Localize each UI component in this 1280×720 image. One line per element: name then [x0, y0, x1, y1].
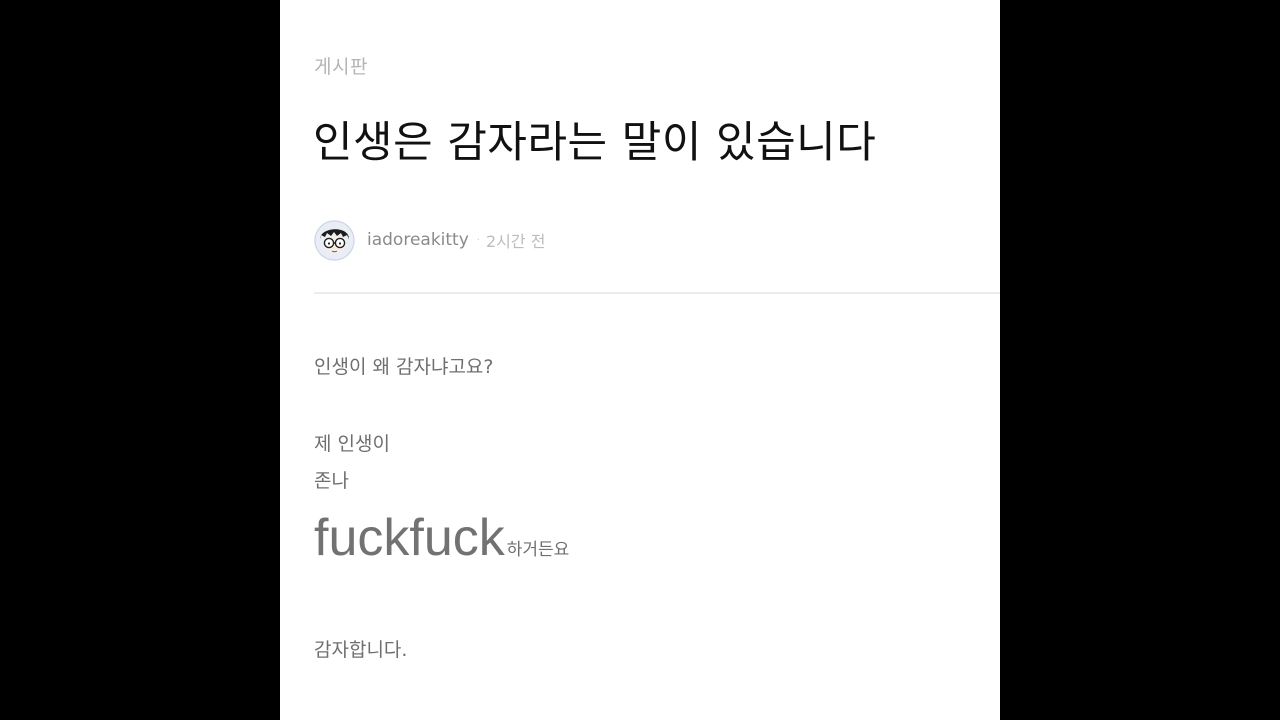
emphasis-tail: 하거든요	[506, 540, 570, 560]
body-line: 감자합니다.	[314, 639, 408, 661]
body-line: 인생이 왜 감자냐고요?	[314, 356, 494, 378]
screenshot-frame: 게시판 인생은 감자라는 말이 있습니다 iadoreakitty · 2시간 …	[0, 0, 1280, 720]
body-line: 제 인생이	[314, 433, 390, 455]
post-title: 인생은 감자라는 말이 있습니다	[313, 118, 877, 168]
body-line: 존나	[314, 470, 349, 492]
post-time: 2시간 전	[485, 232, 546, 251]
avatar-icon	[314, 219, 355, 261]
divider	[314, 292, 1000, 294]
emphasis-text: fuckfuck	[314, 509, 505, 567]
meta-separator: ·	[476, 234, 480, 246]
board-label[interactable]: 게시판	[314, 52, 368, 79]
author-name[interactable]: iadoreakitty	[367, 230, 469, 250]
post-panel: 게시판 인생은 감자라는 말이 있습니다 iadoreakitty · 2시간 …	[280, 0, 1000, 720]
avatar[interactable]	[314, 219, 355, 261]
post-meta: iadoreakitty · 2시간 전	[314, 219, 545, 261]
body-line-emphasis: fuckfuck 하거든요	[314, 508, 569, 568]
